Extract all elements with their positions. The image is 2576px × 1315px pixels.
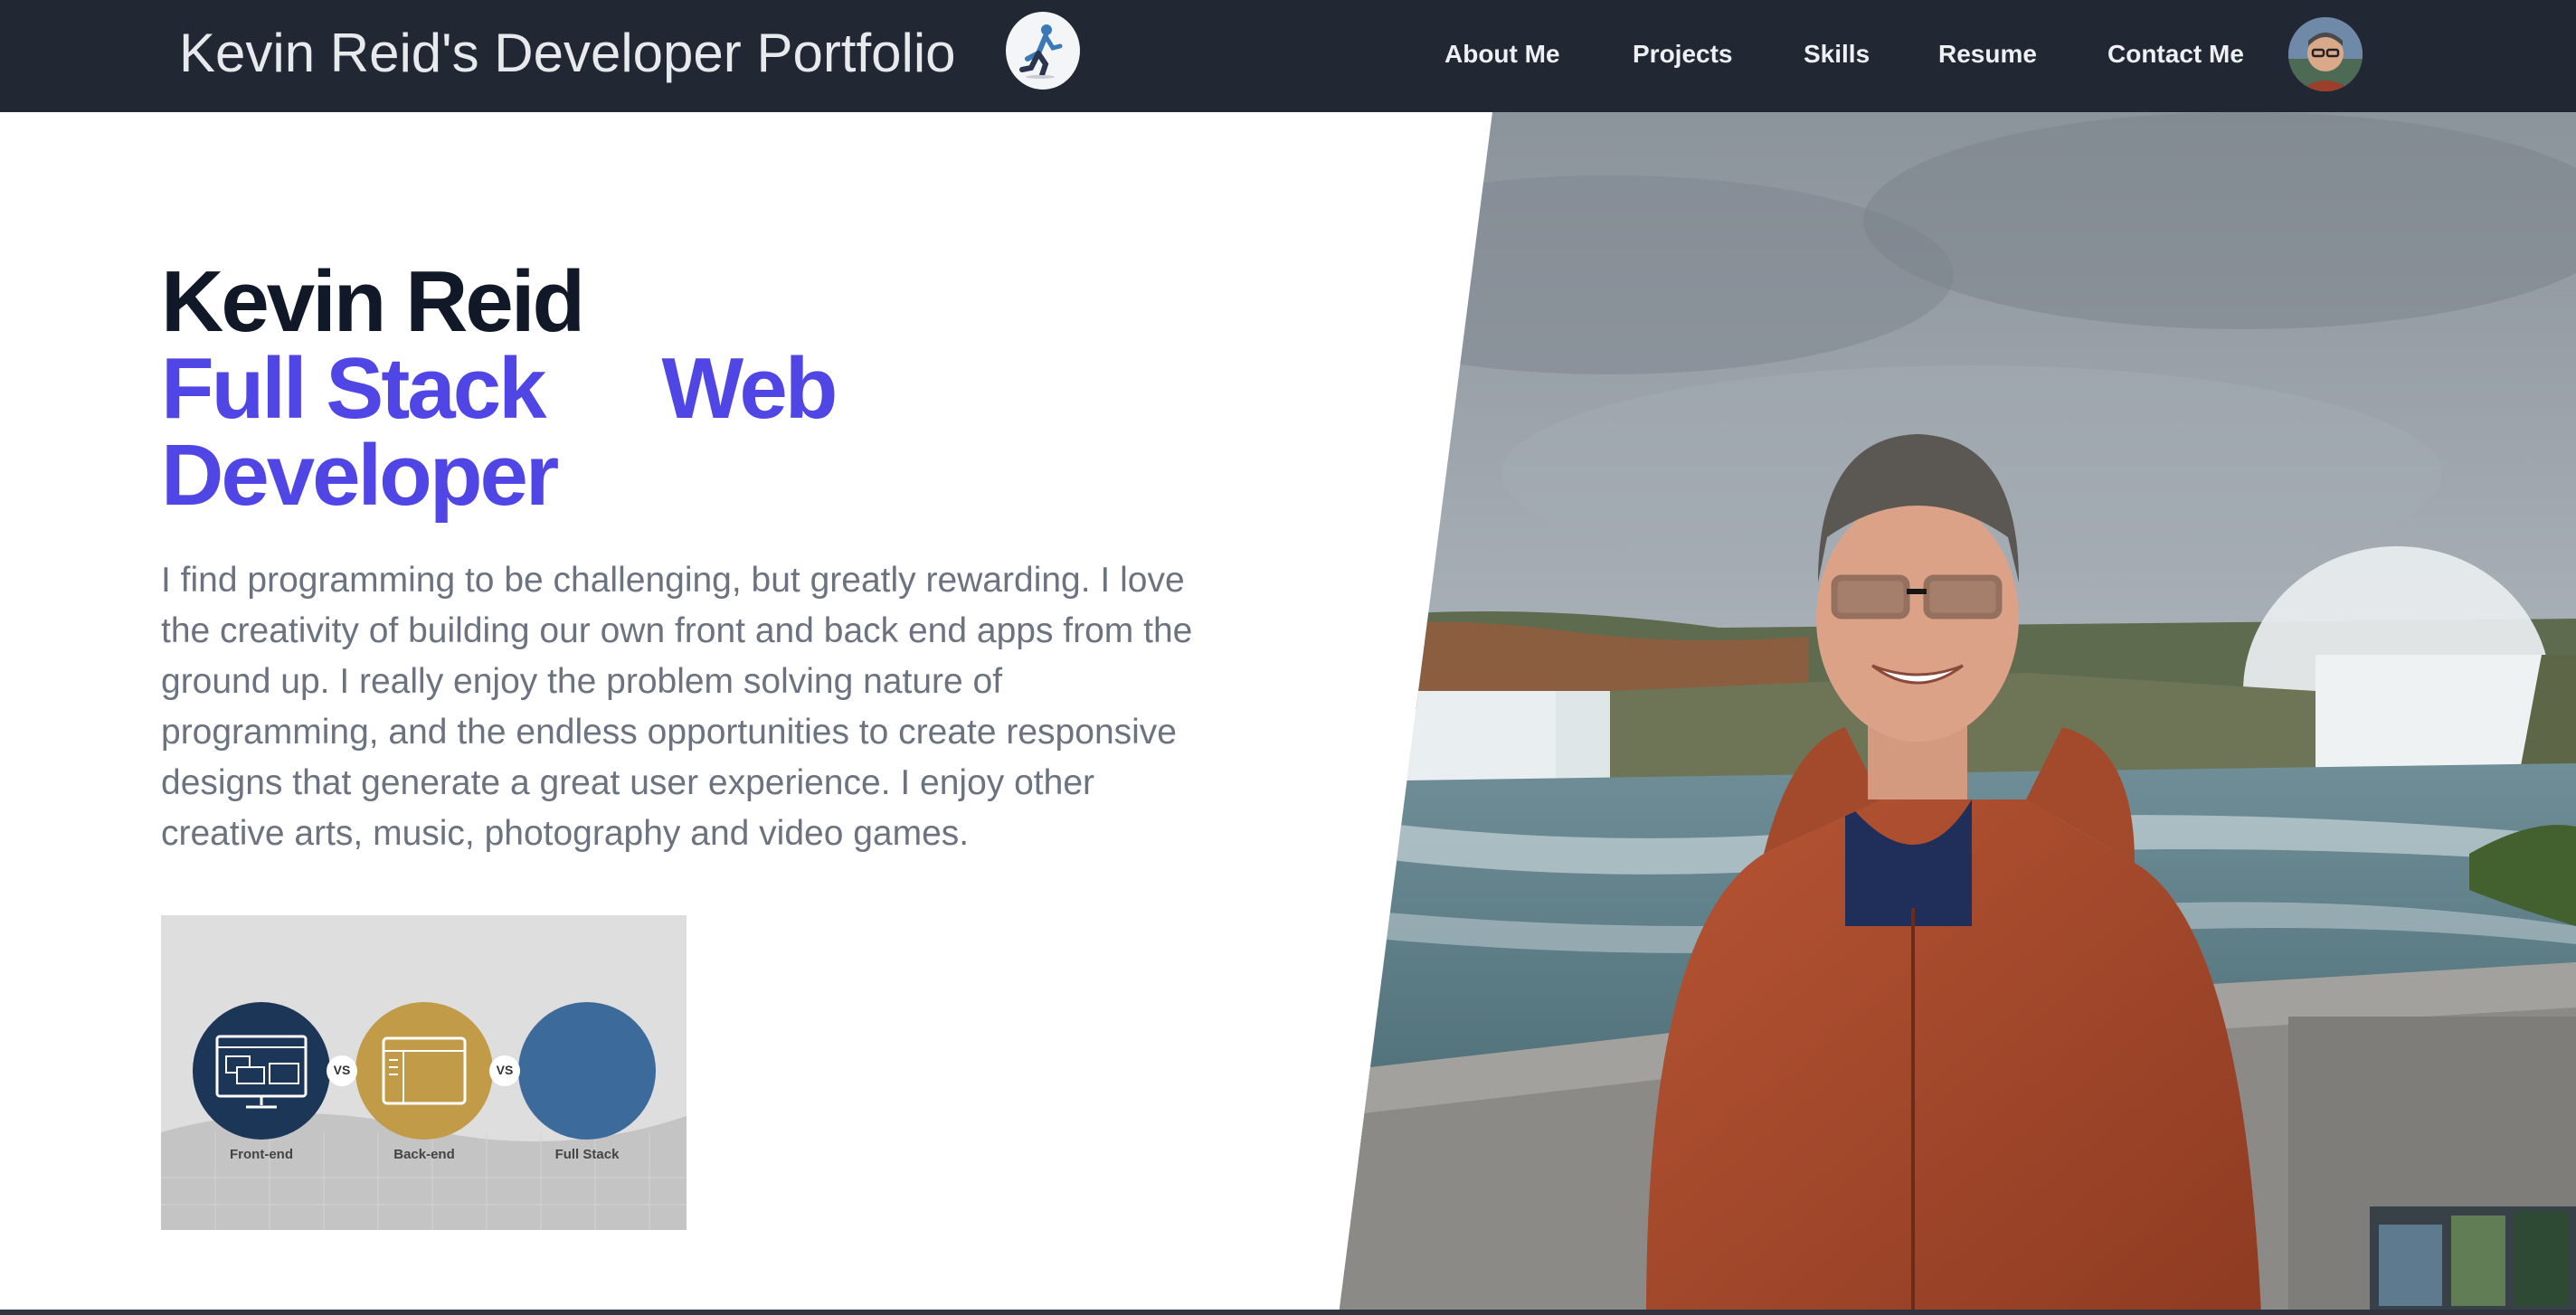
nav-link-skills[interactable]: Skills [1804,40,1870,69]
vs-label: VS [333,1063,351,1077]
nav-link-about-me[interactable]: About Me [1444,40,1560,69]
hero-role-line-2: Developer [161,427,559,524]
hero-heading: Kevin Reid Full Stack Web Developer [161,253,838,524]
full-stack-label: Full Stack [554,1147,620,1162]
hero-role-line-1: Full Stack Web [161,345,838,432]
back-end-label: Back-end [393,1147,455,1162]
top-navbar: Kevin Reid's Developer Portfolio About M… [0,0,2576,112]
site-title[interactable]: Kevin Reid's Developer Portfolio [179,22,956,84]
hero-name: Kevin Reid [161,253,585,350]
page-bottom-border [0,1310,2576,1315]
stack-comparison-image: VS VS Front-end Back-end Full Stack [161,915,687,1230]
hero-role-full-stack: Full Stack [161,340,546,437]
nav-link-projects[interactable]: Projects [1633,40,1733,69]
nav-link-contact-me[interactable]: Contact Me [2107,40,2244,69]
hero-bio: I find programming to be challenging, bu… [161,561,1193,853]
hero-role-web: Web [661,340,838,437]
front-end-label: Front-end [230,1147,293,1162]
vs-label: VS [496,1063,514,1077]
hero-photo [1339,112,2576,1315]
runner-logo-icon[interactable] [1006,12,1080,90]
nav-link-resume[interactable]: Resume [1938,40,2037,69]
avatar[interactable] [2288,17,2363,91]
